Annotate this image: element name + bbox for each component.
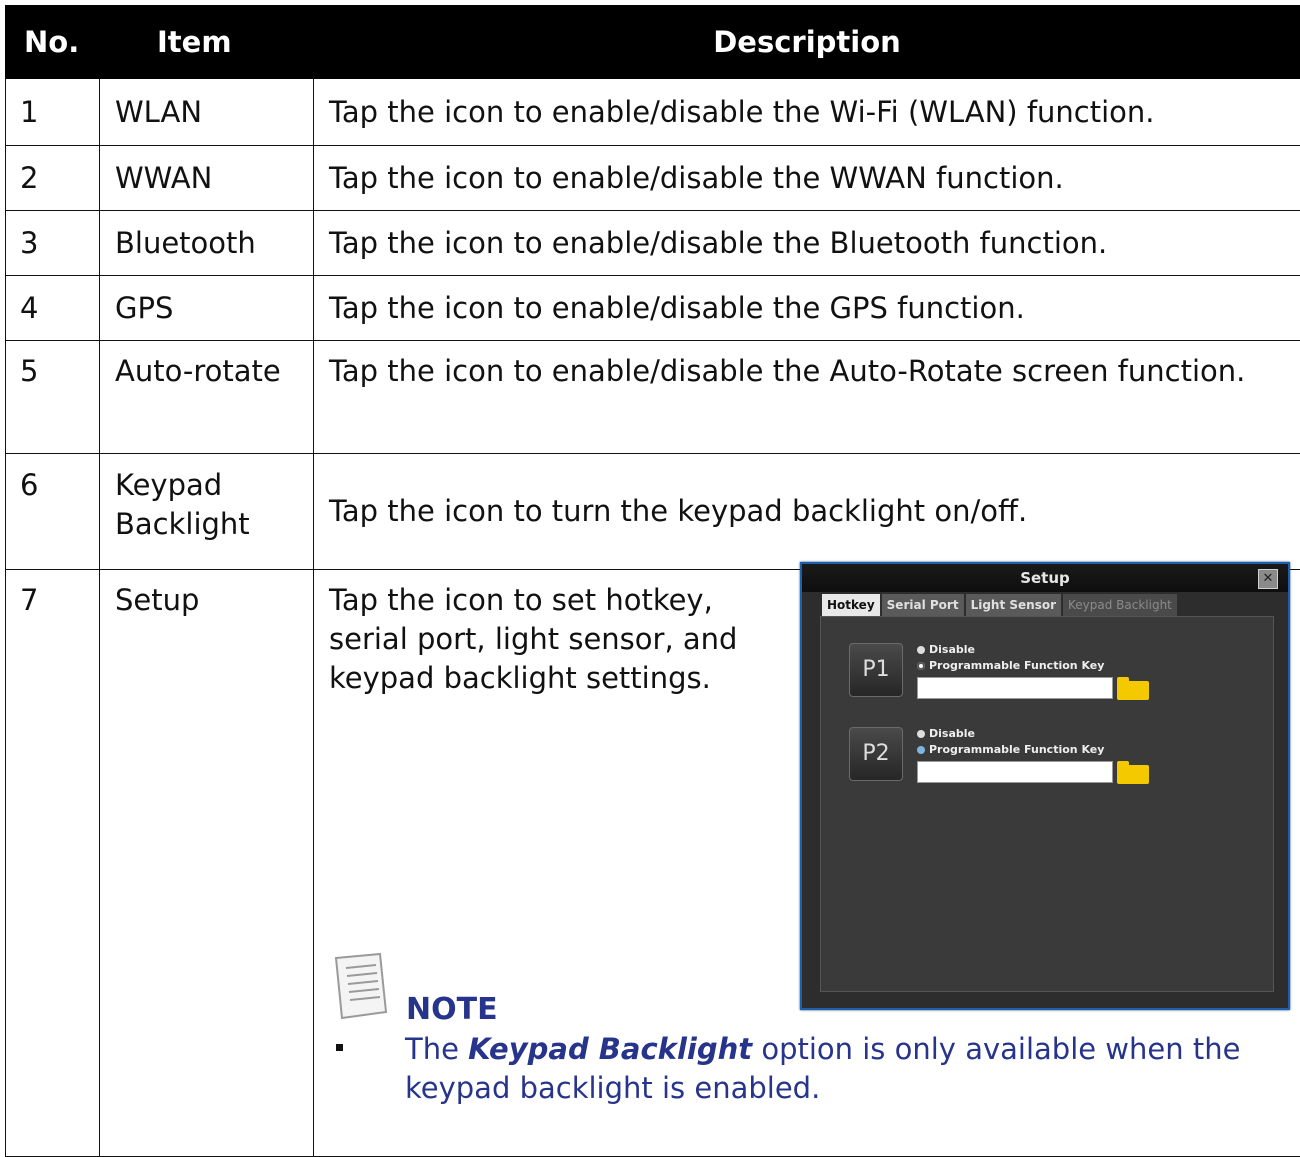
tab-keypad-backlight[interactable]: Keypad Backlight: [1063, 594, 1177, 616]
header-item: Item: [100, 6, 314, 79]
table-header-row: No. Item Description: [6, 6, 1300, 79]
tab-light-sensor[interactable]: Light Sensor: [966, 594, 1061, 616]
row-item: WWAN: [100, 146, 314, 211]
table-row: 1 WLAN Tap the icon to enable/disable th…: [6, 79, 1300, 146]
note-text-before: The: [405, 1032, 468, 1066]
row-description: Tap the icon to enable/disable the GPS f…: [314, 276, 1300, 341]
table-row: 2 WWAN Tap the icon to enable/disable th…: [6, 146, 1300, 211]
folder-icon[interactable]: [1117, 763, 1149, 785]
tab-hotkey[interactable]: Hotkey: [822, 594, 880, 616]
row-number: 3: [6, 211, 100, 276]
dialog-title: Setup: [802, 564, 1288, 592]
hotkey-panel: P1 Disable Programmable Function Key P2 …: [820, 616, 1274, 992]
row-item: Keypad Backlight: [100, 454, 314, 570]
radio-selected-icon: [917, 746, 925, 754]
row-number: 2: [6, 146, 100, 211]
close-icon[interactable]: ✕: [1258, 569, 1278, 589]
row-description: Tap the icon to enable/disable the Bluet…: [314, 211, 1300, 276]
p2-key-button[interactable]: P2: [849, 727, 903, 781]
row-description: Tap the icon to enable/disable the Wi-Fi…: [314, 79, 1300, 146]
table-row: 3 Bluetooth Tap the icon to enable/disab…: [6, 211, 1300, 276]
bullet-icon: [336, 1044, 343, 1051]
note-icon: [330, 948, 390, 1022]
p1-programmable-option[interactable]: Programmable Function Key: [917, 659, 1104, 672]
table-row: 6 Keypad Backlight Tap the icon to turn …: [6, 454, 1300, 570]
header-no: No.: [6, 6, 100, 79]
radio-selected-icon: [917, 662, 925, 670]
row-description: Tap the icon to turn the keypad backligh…: [314, 454, 1300, 570]
tab-serial-port[interactable]: Serial Port: [882, 594, 964, 616]
option-label: Programmable Function Key: [929, 743, 1104, 756]
p1-disable-option[interactable]: Disable: [917, 643, 975, 656]
p2-disable-option[interactable]: Disable: [917, 727, 975, 740]
table-row: 5 Auto-rotate Tap the icon to enable/dis…: [6, 341, 1300, 454]
dialog-tabs: Hotkey Serial Port Light Sensor Keypad B…: [822, 594, 1177, 616]
row-number: 1: [6, 79, 100, 146]
row-item: Setup: [100, 570, 314, 1157]
radio-icon: [917, 646, 925, 654]
header-description: Description: [314, 6, 1300, 79]
note-text-bold: Keypad Backlight: [468, 1032, 752, 1066]
row-item: WLAN: [100, 79, 314, 146]
row-number: 6: [6, 454, 100, 570]
p1-path-input[interactable]: [917, 677, 1113, 699]
option-label: Disable: [929, 643, 975, 656]
p1-key-button[interactable]: P1: [849, 643, 903, 697]
row-description: Tap the icon to enable/disable the Auto-…: [314, 341, 1300, 454]
row-item: GPS: [100, 276, 314, 341]
note-text: The Keypad Backlight option is only avai…: [405, 1030, 1285, 1108]
table-row: 4 GPS Tap the icon to enable/disable the…: [6, 276, 1300, 341]
radio-icon: [917, 730, 925, 738]
row-item: Bluetooth: [100, 211, 314, 276]
row-item: Auto-rotate: [100, 341, 314, 454]
option-label: Disable: [929, 727, 975, 740]
folder-icon[interactable]: [1117, 679, 1149, 701]
note-title: NOTE: [406, 990, 498, 1030]
row-number: 4: [6, 276, 100, 341]
p2-programmable-option[interactable]: Programmable Function Key: [917, 743, 1104, 756]
row-number: 5: [6, 341, 100, 454]
row-description: Tap the icon to enable/disable the WWAN …: [314, 146, 1300, 211]
setup-description: Tap the icon to set hotkey, serial port,…: [329, 581, 779, 698]
p2-path-input[interactable]: [917, 761, 1113, 783]
row-number: 7: [6, 570, 100, 1157]
option-label: Programmable Function Key: [929, 659, 1104, 672]
setup-dialog-screenshot: Setup ✕ Hotkey Serial Port Light Sensor …: [800, 562, 1290, 1010]
